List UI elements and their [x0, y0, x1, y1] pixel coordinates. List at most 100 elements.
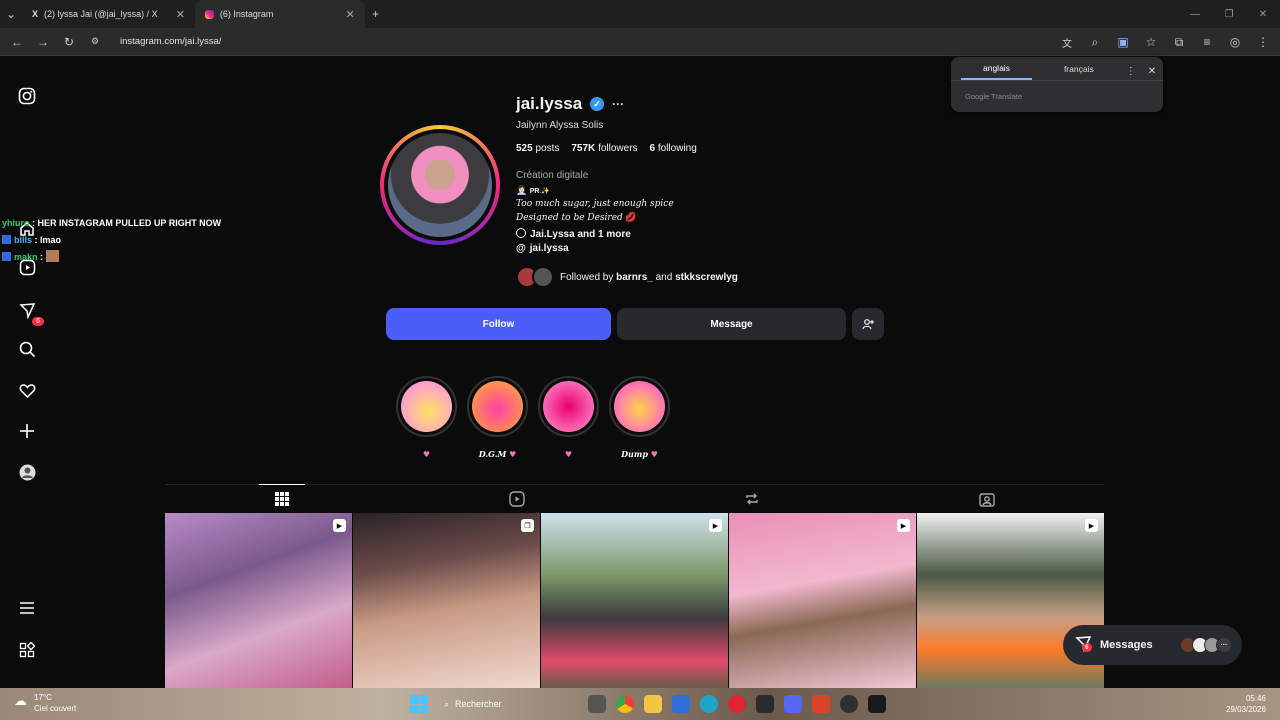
- windows-taskbar: ☁ 17°C Ciel couvert ⌕ Rechercher 05:46 29…: [0, 688, 1280, 720]
- close-window-icon[interactable]: ✕: [1246, 0, 1280, 28]
- hamburger-menu-icon[interactable]: [16, 597, 38, 619]
- follow-button[interactable]: Follow: [386, 308, 611, 340]
- highlight-item[interactable]: D.G.M ♥: [467, 376, 528, 459]
- profile-actions: Follow Message: [386, 308, 884, 340]
- follower-avatar: [532, 266, 554, 288]
- translate-target-tab[interactable]: français: [1042, 64, 1116, 79]
- browser-tab-x[interactable]: X (2) lyssa Jai (@jai_lyssa) / X ✕: [22, 0, 195, 28]
- verified-badge-icon: ✓: [590, 97, 605, 111]
- badge-icon: [2, 235, 11, 244]
- edge-icon[interactable]: [700, 695, 718, 713]
- close-icon[interactable]: ✕: [1148, 66, 1156, 77]
- taskbar-search[interactable]: ⌕ Rechercher: [438, 693, 578, 715]
- instagram-icon: [204, 9, 214, 19]
- also-from-meta-icon[interactable]: [16, 639, 38, 661]
- taskbar-apps: ⌕ Rechercher: [410, 693, 886, 715]
- messages-label: Messages: [1100, 639, 1153, 651]
- minimize-icon[interactable]: —: [1178, 0, 1212, 28]
- post-thumbnail[interactable]: ▶: [541, 513, 728, 688]
- profile-header: jai.lyssa ✓ ··· Jailynn Alyssa Solis 525…: [516, 94, 738, 288]
- install-icon[interactable]: ▣: [1112, 31, 1134, 53]
- facebook-link[interactable]: Jai.Lyssa and 1 more: [516, 228, 738, 240]
- threads-link[interactable]: @ jai.lyssa: [516, 243, 738, 254]
- more-icon: ···: [1216, 637, 1232, 653]
- followed-by[interactable]: Followed by barnrs_ and stkkscrewlyg: [516, 266, 738, 288]
- task-view-icon[interactable]: [588, 695, 606, 713]
- app-icon[interactable]: [812, 695, 830, 713]
- posts-grid: ▶ ❐ ▶ ▶ ▶: [165, 513, 1104, 688]
- browser-tab-instagram[interactable]: (6) Instagram ✕: [194, 0, 365, 28]
- restore-icon[interactable]: ❐: [1212, 0, 1246, 28]
- chat-message: yhiuro : HER INSTAGRAM PULLED UP RIGHT N…: [2, 218, 222, 228]
- highlight-item[interactable]: Dump ♥: [609, 376, 670, 459]
- menu-icon[interactable]: ⋮: [1252, 31, 1274, 53]
- instagram-logo-icon[interactable]: [16, 85, 38, 107]
- epic-games-icon[interactable]: [868, 695, 886, 713]
- translate-icon[interactable]: 文: [1056, 31, 1078, 53]
- zoom-icon[interactable]: ⌕: [1084, 31, 1106, 53]
- reload-icon[interactable]: ↻: [58, 31, 80, 53]
- highlight-item[interactable]: ♥: [538, 376, 599, 459]
- options-ellipsis-icon[interactable]: ···: [612, 97, 624, 111]
- bio-line: 👩🏻‍💼 PR.✨: [516, 185, 551, 195]
- threads-icon: @: [516, 243, 526, 254]
- app-icon[interactable]: [756, 695, 774, 713]
- followers-stat[interactable]: 757K followers: [571, 143, 637, 154]
- profile-username-row: jai.lyssa ✓ ···: [516, 94, 738, 114]
- reading-list-icon[interactable]: ≡: [1196, 31, 1218, 53]
- message-button[interactable]: Message: [617, 308, 846, 340]
- chat-message: makn :: [2, 249, 221, 266]
- reposts-tab[interactable]: [635, 485, 870, 512]
- notification-badge: 6: [32, 317, 44, 326]
- chrome-icon[interactable]: [616, 695, 634, 713]
- suggest-user-icon[interactable]: [852, 308, 884, 340]
- weather-widget[interactable]: ☁ 17°C Ciel couvert: [14, 692, 76, 714]
- back-icon[interactable]: ←: [6, 31, 28, 53]
- address-bar[interactable]: instagram.com/jai.lyssa/: [120, 36, 221, 47]
- reel-icon: ▶: [1085, 519, 1098, 532]
- system-clock[interactable]: 05:46 29/03/2026: [1226, 693, 1266, 715]
- site-info-icon[interactable]: ⚙: [84, 31, 106, 53]
- new-tab-button[interactable]: +: [365, 3, 387, 25]
- reel-icon: ▶: [897, 519, 910, 532]
- store-icon[interactable]: [672, 695, 690, 713]
- toolbar-actions: 文 ⌕ ▣ ☆ ⧉ ≡ ◎ ⋮: [1056, 31, 1274, 53]
- heart-icon[interactable]: [16, 379, 38, 401]
- opera-icon[interactable]: [728, 695, 746, 713]
- chat-text: lmao: [40, 235, 62, 245]
- close-tab-icon[interactable]: ✕: [345, 8, 354, 21]
- profile-avatar-icon[interactable]: [16, 461, 38, 483]
- extensions-icon[interactable]: ⧉: [1168, 31, 1190, 53]
- search-icon[interactable]: [16, 338, 38, 360]
- reels-tab[interactable]: [400, 485, 635, 512]
- more-options-icon[interactable]: ⋮: [1126, 66, 1136, 77]
- tagged-tab[interactable]: [869, 485, 1104, 512]
- search-icon: ⌕: [444, 698, 450, 709]
- carousel-icon: ❐: [521, 519, 534, 532]
- messenger-icon[interactable]: 6: [16, 299, 44, 326]
- posts-grid-tab[interactable]: [165, 484, 400, 512]
- highlight-item[interactable]: ♥: [396, 376, 457, 459]
- tab-search-icon[interactable]: ⌄: [0, 3, 22, 25]
- obs-icon[interactable]: [840, 695, 858, 713]
- close-tab-icon[interactable]: ✕: [176, 8, 185, 21]
- profile-icon[interactable]: ◎: [1224, 31, 1246, 53]
- bookmark-star-icon[interactable]: ☆: [1140, 31, 1162, 53]
- chat-username: yhiuro: [2, 218, 30, 228]
- messenger-icon: 6: [1075, 635, 1092, 655]
- following-stat[interactable]: 6 following: [650, 143, 697, 154]
- messages-drawer-button[interactable]: 6 Messages ···: [1063, 625, 1242, 665]
- window-controls: — ❐ ✕: [1178, 0, 1280, 28]
- translate-source-tab[interactable]: anglais: [961, 63, 1032, 80]
- profile-picture[interactable]: [380, 125, 500, 245]
- profile-category: Création digitale: [516, 170, 589, 181]
- post-thumbnail[interactable]: ▶: [165, 513, 352, 688]
- create-plus-icon[interactable]: [16, 420, 38, 442]
- forward-icon[interactable]: →: [32, 31, 54, 53]
- windows-start-icon[interactable]: [410, 695, 428, 713]
- post-thumbnail[interactable]: ▶: [729, 513, 916, 688]
- post-thumbnail[interactable]: ❐: [353, 513, 540, 688]
- discord-icon[interactable]: [784, 695, 802, 713]
- file-explorer-icon[interactable]: [644, 695, 662, 713]
- cloud-icon: ☁: [14, 693, 27, 708]
